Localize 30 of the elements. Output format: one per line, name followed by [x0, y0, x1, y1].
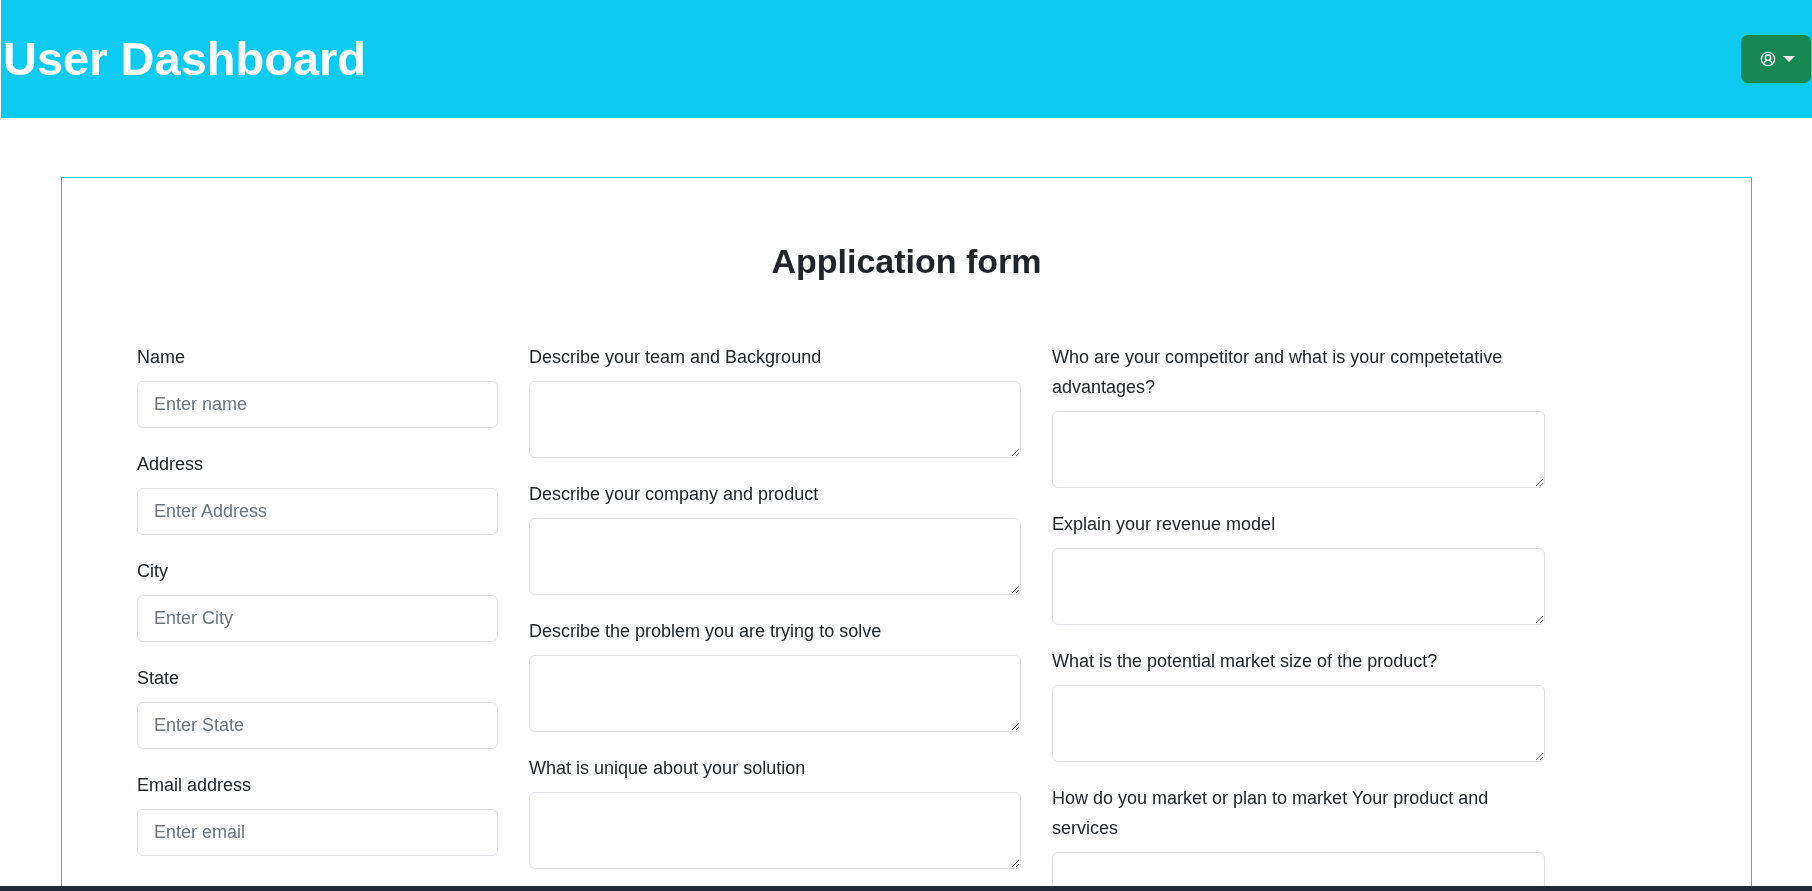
input-field[interactable]: Enter State [137, 702, 498, 749]
text-area-field[interactable] [1052, 548, 1545, 625]
text-area-field[interactable] [1052, 685, 1545, 762]
field-label: Email address [137, 774, 253, 797]
field-label: What is unique about your solution [529, 757, 807, 780]
input-field[interactable]: Enter Address [137, 488, 498, 535]
text-area-field[interactable] [529, 381, 1021, 458]
field-label: State [137, 667, 181, 690]
field-label: Who are your competitor and what is your competetative advantages? [1052, 346, 1504, 399]
user-icon [1760, 51, 1776, 67]
dashboard-title: User Dashboard [2, 31, 367, 87]
field-label: City [137, 560, 169, 583]
field-label: How do you market or plan to market Your product and services [1052, 787, 1490, 840]
input-field[interactable]: Enter City [137, 595, 498, 642]
text-area-field[interactable] [1052, 411, 1545, 488]
input-field[interactable]: Enter email [137, 809, 498, 856]
form-title: Application form [770, 241, 1043, 282]
field-label: Address [137, 453, 205, 476]
input-field[interactable]: Enter name [137, 381, 498, 428]
field-label: Describe your team and Background [529, 346, 823, 369]
text-area-field[interactable] [529, 792, 1021, 869]
user-menu-button[interactable] [1741, 35, 1811, 83]
field-label: Explain your revenue model [1052, 513, 1277, 536]
field-label: Name [137, 346, 186, 369]
caret-icon [1783, 56, 1795, 62]
text-area-field[interactable] [529, 518, 1021, 595]
field-label: What is the potential market size of the product? [1052, 650, 1439, 673]
field-label: Describe the problem you are trying to solve [529, 620, 883, 643]
text-area-field[interactable] [529, 655, 1021, 732]
field-label: Describe your company and product [529, 483, 820, 506]
